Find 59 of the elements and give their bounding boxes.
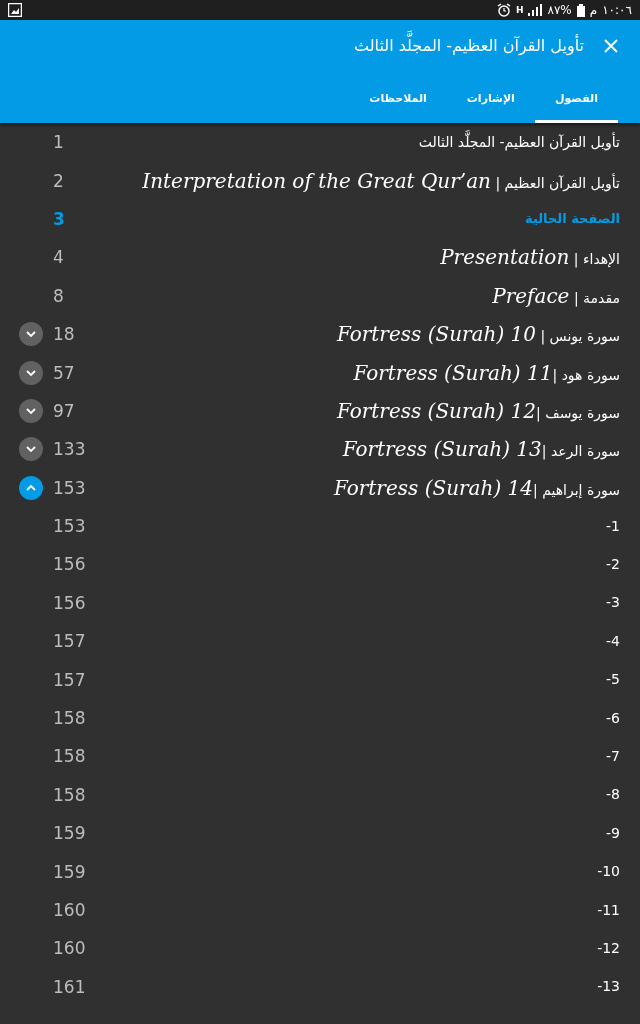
expand-button[interactable]	[18, 398, 43, 423]
page-number: 161	[53, 976, 87, 997]
page-number: 158	[53, 708, 87, 729]
expand-button[interactable]	[18, 437, 43, 462]
chevron-up-icon	[25, 484, 36, 491]
battery-percent: ٨٧%	[547, 3, 572, 17]
chapter-title[interactable]: -5	[113, 669, 640, 691]
page-number: 57	[53, 362, 76, 383]
chapter-title[interactable]: -12	[113, 937, 640, 959]
chevron-down-icon	[25, 369, 36, 376]
page-number: 156	[53, 554, 87, 575]
time-period: م	[589, 3, 598, 17]
page-number: 153	[53, 516, 87, 537]
page-number: 153	[53, 477, 87, 498]
page-number: 133	[53, 439, 87, 460]
book-title: تأويل القرآن العظيم- المجلَّد الثالث	[353, 29, 584, 63]
page-number: 159	[53, 861, 87, 882]
page-number: 157	[53, 631, 87, 652]
chapter-title[interactable]: -6	[113, 707, 640, 729]
page-number: 160	[53, 900, 87, 920]
chapter-title[interactable]: -9	[113, 822, 640, 844]
chapter-title[interactable]: -7	[113, 745, 640, 767]
page-number: 159	[53, 823, 87, 844]
chapter-title[interactable]: -2	[113, 554, 640, 575]
chapter-title[interactable]: -1	[113, 515, 640, 537]
page-number: 160	[53, 938, 87, 959]
chapter-title[interactable]: -3	[113, 592, 640, 614]
page-number: 156	[53, 592, 87, 613]
close-icon	[604, 39, 618, 53]
chapter-title[interactable]: -4	[113, 630, 640, 652]
chevron-down-icon	[25, 446, 36, 453]
network-type: H	[515, 5, 524, 15]
page-number: 1	[53, 132, 65, 153]
battery-icon	[576, 3, 585, 17]
page-number: 157	[53, 669, 87, 690]
close-button[interactable]	[602, 37, 620, 55]
page-number: 8	[53, 285, 65, 306]
gallery-icon	[8, 3, 22, 17]
page-number: 158	[53, 746, 87, 767]
chevron-down-icon	[25, 331, 36, 338]
page-number: 158	[53, 784, 87, 805]
chapter-title[interactable]: -8	[113, 784, 640, 806]
clock: ١٠:٠٦	[602, 3, 632, 17]
page-number: 97	[53, 400, 76, 421]
page-number: 18	[53, 324, 76, 345]
page-number: 2	[53, 170, 65, 191]
signal-icon	[528, 4, 543, 16]
expand-button[interactable]	[18, 322, 43, 347]
chapter-title[interactable]: -10	[113, 861, 640, 883]
chapter-title[interactable]: -11	[113, 899, 640, 921]
alarm-icon	[496, 3, 511, 17]
page-number: 4	[53, 247, 65, 268]
chapter-title[interactable]: تأويل القرآن العظيم- المجلَّد الثالث	[113, 131, 640, 153]
chevron-down-icon	[25, 407, 36, 414]
collapse-button[interactable]	[18, 475, 43, 500]
chapter-title[interactable]: -13	[113, 976, 640, 998]
page-number: 3	[53, 208, 66, 229]
chapter-title[interactable]: الصفحة الحالية	[113, 209, 640, 229]
expand-button[interactable]	[18, 360, 43, 385]
